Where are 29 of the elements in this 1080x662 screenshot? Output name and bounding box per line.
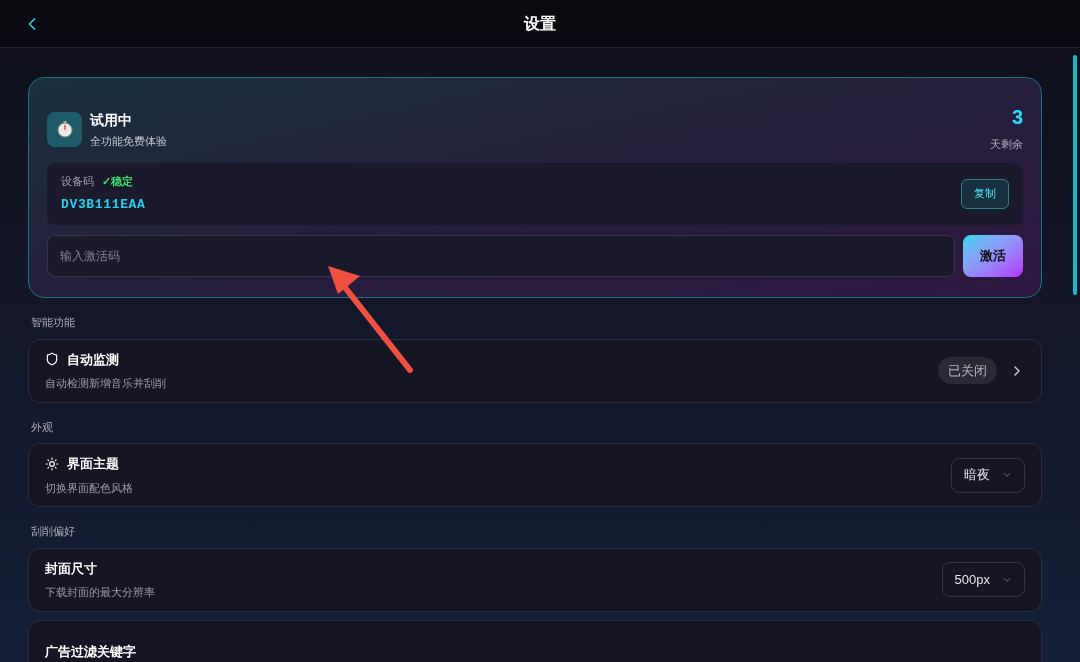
row-title: 封面尺寸 bbox=[45, 559, 97, 578]
dropdown-select[interactable]: 暗夜 bbox=[951, 457, 1025, 493]
dropdown-select[interactable]: 500px bbox=[941, 562, 1025, 597]
section-label: 刮削偏好 bbox=[31, 524, 76, 539]
scrollbar-thumb[interactable] bbox=[1073, 55, 1077, 295]
row-subtitle: 自动检测新增音乐并刮削 bbox=[45, 376, 166, 391]
device-code: DV3B111EAA bbox=[61, 196, 146, 214]
section-label: 外观 bbox=[31, 419, 54, 435]
activation-code-field[interactable]: 输入激活码 bbox=[47, 234, 955, 277]
row-subtitle: 下载封面的最大分辨率 bbox=[45, 585, 155, 600]
activate-button[interactable]: 激活 bbox=[963, 234, 1023, 277]
device-label: 设备码 bbox=[61, 173, 94, 189]
trial-title: 试用中 bbox=[90, 110, 133, 130]
row-subtitle: 切换界面配色风格 bbox=[45, 480, 133, 496]
row-title: 自动监测 bbox=[67, 350, 119, 369]
sun-icon bbox=[45, 456, 59, 471]
days-count: 3 bbox=[1011, 105, 1023, 130]
trial-subtitle: 全功能免费体验 bbox=[90, 133, 167, 149]
row-title: 界面主题 bbox=[67, 455, 119, 473]
row-title: 广告过滤关键字 bbox=[45, 642, 136, 661]
device-status: ✓稳定 bbox=[102, 173, 133, 189]
page-title: 设置 bbox=[524, 13, 556, 34]
copy-button[interactable]: 复制 bbox=[961, 178, 1009, 209]
caret-icon bbox=[1002, 470, 1012, 480]
stopwatch-icon bbox=[47, 111, 82, 147]
section-label: 智能功能 bbox=[31, 315, 76, 330]
shield-icon bbox=[45, 352, 59, 367]
days-label: 天剩余 bbox=[990, 137, 1023, 152]
status-badge: 已关闭 bbox=[938, 356, 997, 385]
